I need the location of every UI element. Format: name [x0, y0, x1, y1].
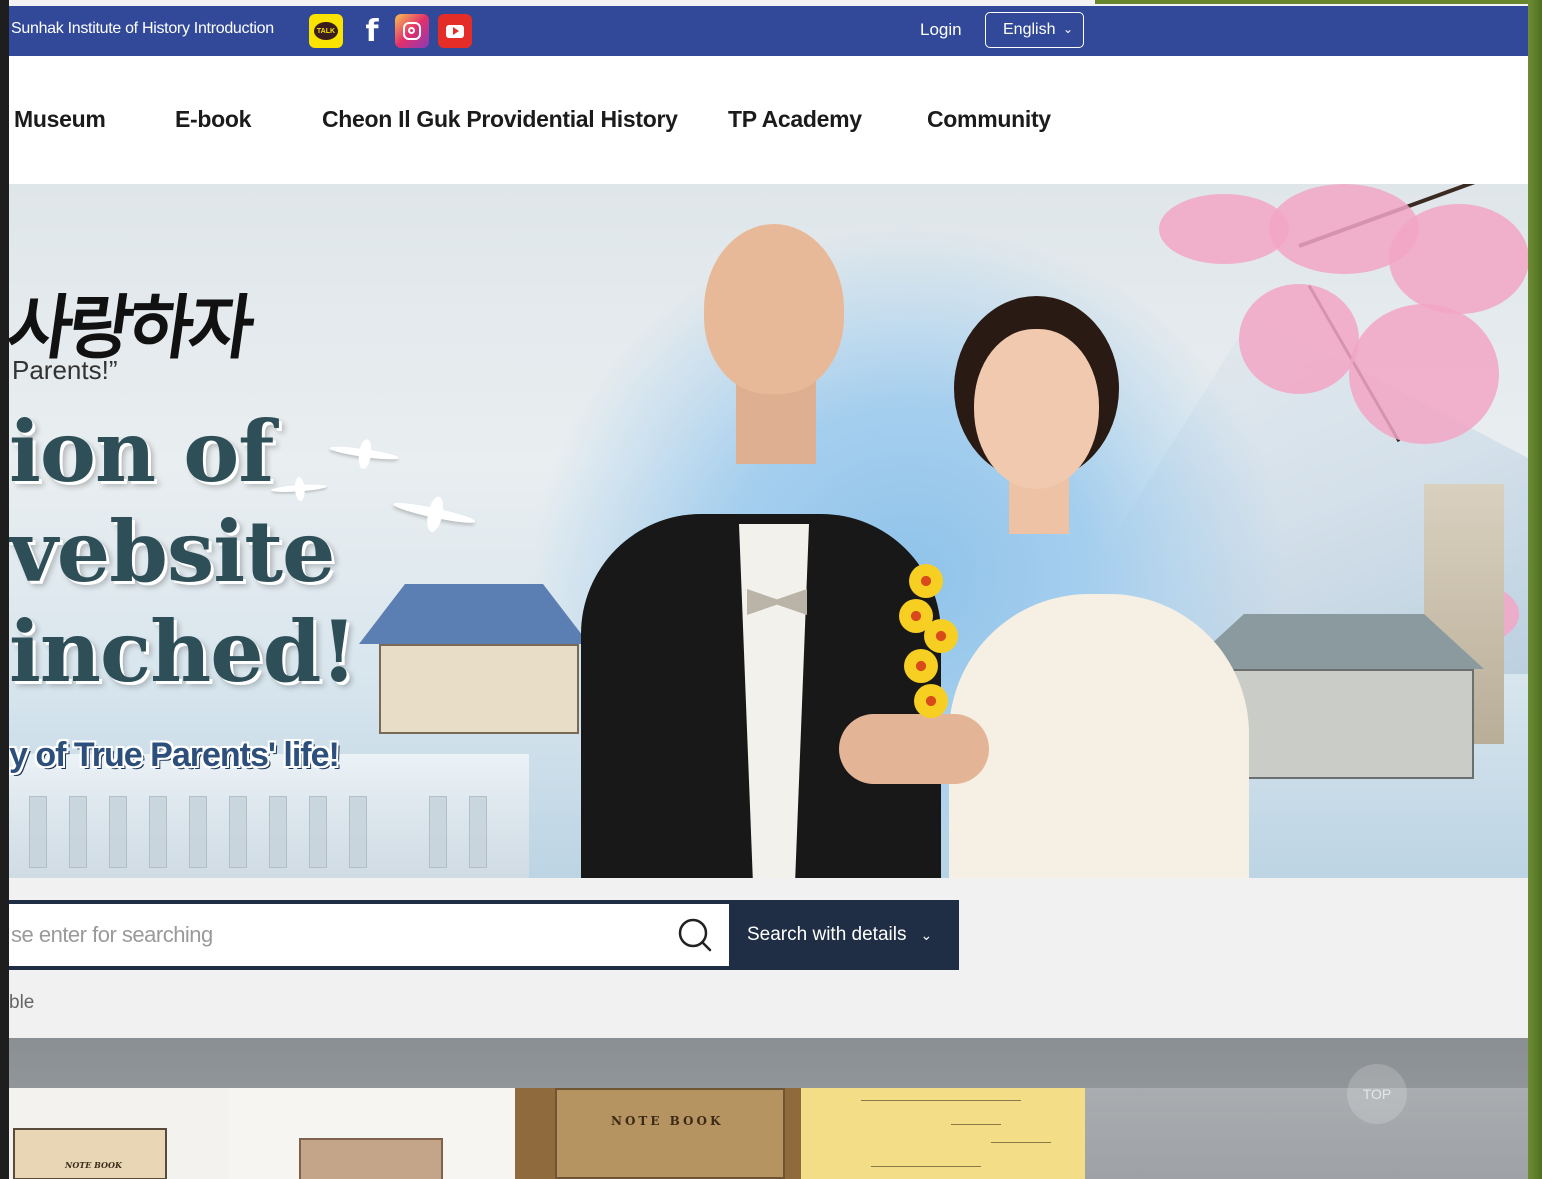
- main-navigation: Museum E-book Cheon Il Guk Providential …: [9, 56, 1528, 184]
- capitol-column: [29, 796, 47, 868]
- kakaotalk-icon[interactable]: TALK: [309, 14, 343, 48]
- featured-strip: NOTE BOOK NOTE BOOK TOP: [9, 1038, 1528, 1179]
- capitol-column: [69, 796, 87, 868]
- language-select[interactable]: English ⌄: [985, 12, 1084, 48]
- nav-item-cheon-il-guk-providential-history[interactable]: Cheon Il Guk Providential History: [322, 106, 678, 133]
- flower: [924, 619, 958, 653]
- notebook-image: NOTE BOOK: [13, 1128, 167, 1179]
- archive-card[interactable]: [1085, 1088, 1528, 1179]
- instagram-icon[interactable]: [395, 14, 429, 48]
- cherry-blossom: [1239, 284, 1359, 394]
- hero-banner[interactable]: 사랑하자 Parents!” ion of vebsite inched! y …: [9, 184, 1528, 878]
- nav-item-tp-academy[interactable]: TP Academy: [728, 106, 862, 133]
- cherry-blossom: [1389, 204, 1528, 314]
- archive-card[interactable]: [801, 1088, 1085, 1179]
- flower: [914, 684, 948, 718]
- nav-item-community[interactable]: Community: [927, 106, 1051, 133]
- window-top-green-edge: [1095, 0, 1528, 4]
- handwritten-line: [951, 1116, 1001, 1125]
- hero-headline-line-3: inched!: [9, 602, 357, 701]
- nav-item-museum[interactable]: Museum: [14, 106, 106, 133]
- hanok-building: [379, 644, 579, 734]
- language-selected-value: English: [1003, 21, 1056, 38]
- chevron-down-icon: ⌄: [920, 926, 933, 943]
- capitol-column: [109, 796, 127, 868]
- capitol-column: [269, 796, 287, 868]
- archive-card[interactable]: NOTE BOOK: [515, 1088, 801, 1179]
- institute-introduction-link[interactable]: Sunhak Institute of History Introduction: [11, 20, 274, 38]
- search-section: Search with details ⌄ ble: [9, 878, 1528, 1038]
- right-edge: [1528, 0, 1542, 1179]
- youtube-icon[interactable]: [438, 14, 472, 48]
- woman-figure: [949, 594, 1249, 878]
- youtube-play-shape: [446, 24, 464, 38]
- login-link[interactable]: Login: [920, 20, 962, 40]
- nav-item-ebook[interactable]: E-book: [175, 106, 251, 133]
- hero-headline-line-2: vebsite: [9, 502, 335, 601]
- yellow-flowers: [889, 564, 969, 744]
- capitol-column: [189, 796, 207, 868]
- search-box: [9, 900, 729, 970]
- flower: [909, 564, 943, 598]
- kakaotalk-label: TALK: [314, 22, 338, 40]
- notebook-label: NOTE BOOK: [611, 1114, 724, 1128]
- cherry-blossom: [1349, 304, 1499, 444]
- woman-face: [974, 329, 1099, 489]
- capitol-column: [429, 796, 447, 868]
- crane-illustration: [327, 434, 400, 473]
- left-edge: [0, 0, 9, 1179]
- crane-illustration: [389, 488, 479, 541]
- instagram-camera-shape: [403, 22, 421, 40]
- flower: [904, 649, 938, 683]
- facebook-icon[interactable]: f: [355, 14, 389, 49]
- search-input[interactable]: [9, 904, 661, 966]
- man-face: [704, 224, 844, 394]
- capitol-column: [229, 796, 247, 868]
- crane-illustration: [270, 475, 328, 503]
- notebook-label: NOTE BOOK: [65, 1160, 122, 1170]
- archive-card[interactable]: [229, 1088, 515, 1179]
- search-icon[interactable]: [677, 917, 713, 953]
- capitol-column: [349, 796, 367, 868]
- book-image: [299, 1138, 443, 1179]
- capitol-column: [149, 796, 167, 868]
- notebook-image: NOTE BOOK: [555, 1088, 785, 1179]
- archive-card[interactable]: NOTE BOOK: [9, 1088, 229, 1179]
- search-with-details-button[interactable]: Search with details ⌄: [729, 900, 959, 970]
- back-to-top-button[interactable]: TOP: [1347, 1064, 1407, 1124]
- hero-headline-line-1: ion of: [9, 402, 274, 501]
- search-with-details-label: Search with details: [747, 924, 907, 945]
- hero-quote: Parents!”: [12, 355, 118, 385]
- capitol-column: [309, 796, 327, 868]
- handwritten-line: [991, 1134, 1051, 1143]
- top-utility-bar: Sunhak Institute of History Introduction…: [9, 6, 1528, 56]
- handwritten-line: [871, 1158, 981, 1167]
- chevron-down-icon: ⌄: [1062, 22, 1073, 36]
- handwritten-line: [861, 1090, 1021, 1101]
- hero-tagline: y of True Parents' life!: [9, 736, 340, 774]
- search-hint-text: ble: [9, 992, 35, 1013]
- capitol-column: [469, 796, 487, 868]
